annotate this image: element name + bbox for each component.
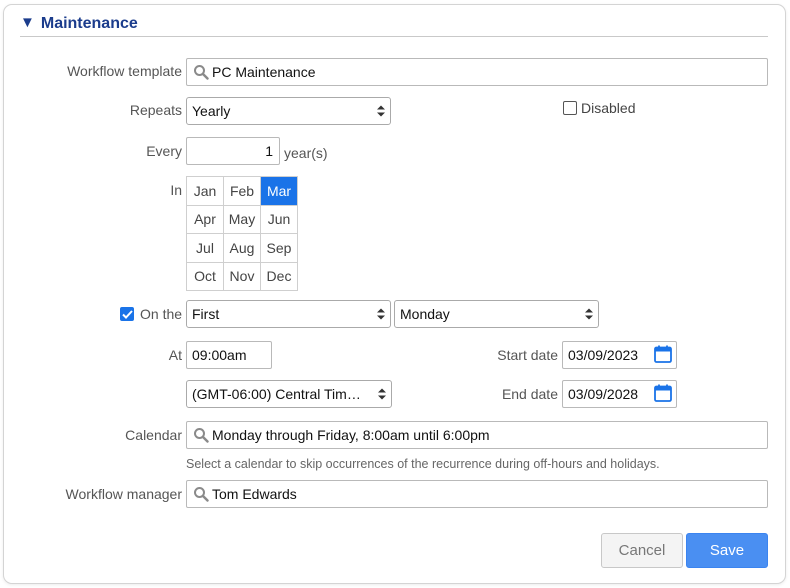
on-the-label: On the: [140, 306, 183, 322]
month-feb[interactable]: Feb: [223, 176, 261, 206]
month-jun[interactable]: Jun: [260, 204, 298, 234]
at-time-input[interactable]: 09:00am: [186, 341, 272, 369]
workflow-template-field[interactable]: PC Maintenance: [186, 58, 768, 86]
month-grid: Jan Feb Mar Apr May Jun Jul Aug Sep Oct …: [186, 176, 298, 291]
month-dec[interactable]: Dec: [260, 261, 298, 291]
search-icon: [190, 483, 212, 505]
end-date-label: End date: [501, 386, 558, 402]
month-nov[interactable]: Nov: [223, 261, 261, 291]
calendar-icon[interactable]: [653, 344, 673, 364]
save-button[interactable]: Save: [686, 533, 768, 568]
start-date-label: Start date: [497, 347, 558, 363]
workflow-manager-label: Workflow manager: [65, 486, 182, 502]
workflow-template-label: Workflow template: [67, 63, 182, 79]
repeats-select[interactable]: Yearly: [186, 97, 391, 125]
month-oct[interactable]: Oct: [186, 261, 224, 291]
disabled-checkbox[interactable]: [563, 101, 577, 115]
workflow-manager-field[interactable]: Tom Edwards: [186, 480, 768, 508]
every-value: 1: [265, 143, 273, 159]
at-time-value: 09:00am: [192, 347, 247, 363]
in-label: In: [170, 182, 182, 198]
month-apr[interactable]: Apr: [186, 204, 224, 234]
calendar-hint: Select a calendar to skip occurrences of…: [186, 457, 660, 471]
repeats-value: Yearly: [192, 103, 231, 119]
disabled-label: Disabled: [581, 100, 636, 116]
timezone-select[interactable]: (GMT-06:00) Central Tim…: [186, 380, 392, 408]
calendar-icon[interactable]: [653, 383, 673, 403]
timezone-value: (GMT-06:00) Central Tim…: [192, 386, 361, 402]
calendar-label: Calendar: [125, 427, 182, 443]
month-may[interactable]: May: [223, 204, 261, 234]
checkmark-icon: [121, 309, 133, 319]
every-input[interactable]: 1: [186, 137, 280, 165]
select-arrows-icon: [372, 104, 390, 118]
triangle-down-icon[interactable]: ▼: [20, 14, 35, 32]
workflow-manager-value: Tom Edwards: [212, 486, 297, 502]
select-arrows-icon: [372, 307, 390, 321]
month-aug[interactable]: Aug: [223, 233, 261, 263]
ordinal-value: First: [192, 306, 220, 322]
calendar-value: Monday through Friday, 8:00am until 6:00…: [212, 427, 490, 443]
month-jul[interactable]: Jul: [186, 233, 224, 263]
weekday-value: Monday: [400, 306, 450, 322]
every-unit: year(s): [284, 145, 328, 161]
every-label: Every: [146, 143, 182, 159]
on-the-checkbox[interactable]: [120, 307, 134, 321]
ordinal-select[interactable]: First: [186, 300, 391, 328]
weekday-select[interactable]: Monday: [394, 300, 599, 328]
calendar-field[interactable]: Monday through Friday, 8:00am until 6:00…: [186, 421, 768, 449]
select-arrows-icon: [580, 307, 598, 321]
workflow-template-value: PC Maintenance: [212, 64, 316, 80]
month-jan[interactable]: Jan: [186, 176, 224, 206]
cancel-button[interactable]: Cancel: [601, 533, 683, 568]
end-date-value: 03/09/2028: [568, 386, 639, 402]
month-mar[interactable]: Mar: [260, 176, 298, 206]
start-date-value: 03/09/2023: [568, 347, 639, 363]
at-label: At: [168, 347, 182, 363]
section-header[interactable]: ▼ Maintenance: [20, 14, 768, 37]
month-sep[interactable]: Sep: [260, 233, 298, 263]
select-arrows-icon: [373, 387, 391, 401]
search-icon: [190, 424, 212, 446]
search-icon: [190, 61, 212, 83]
section-title: Maintenance: [40, 15, 138, 32]
repeats-label: Repeats: [129, 102, 182, 118]
